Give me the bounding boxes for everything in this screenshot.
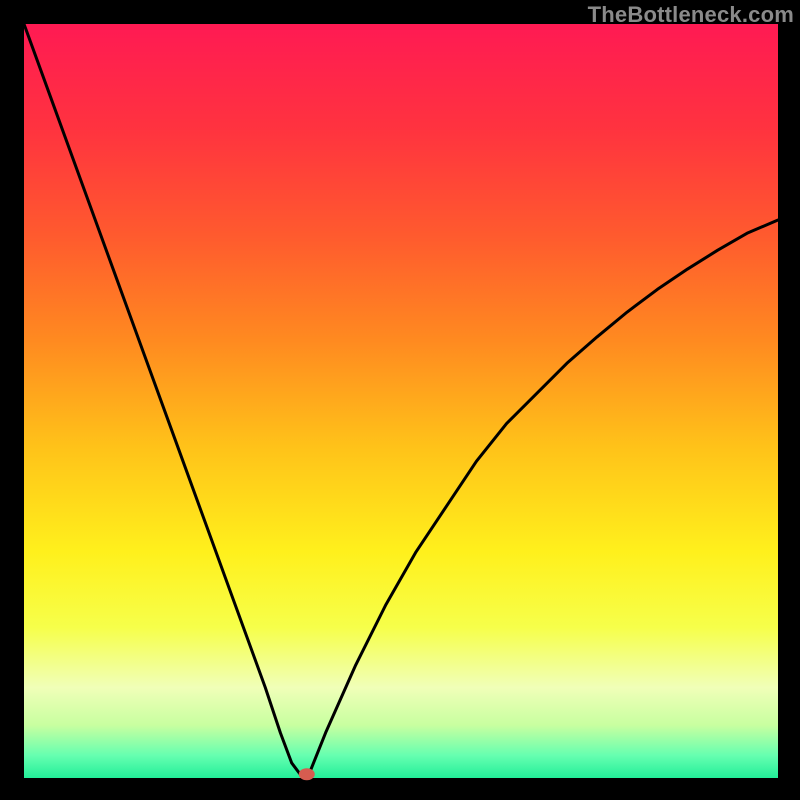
plot-background [24, 24, 778, 778]
watermark-text: TheBottleneck.com [588, 2, 794, 28]
optimum-marker [299, 768, 315, 780]
bottleneck-chart [0, 0, 800, 800]
